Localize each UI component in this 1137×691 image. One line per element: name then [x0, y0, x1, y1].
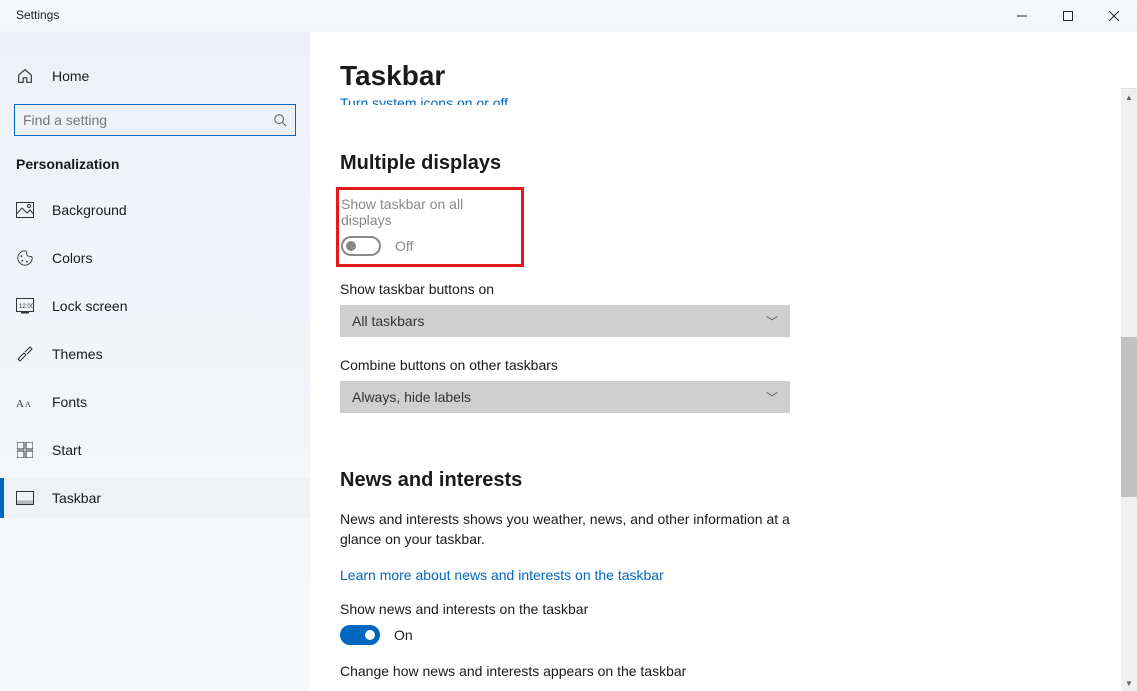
sidebar-item-colors[interactable]: Colors [0, 238, 310, 278]
main-content: Taskbar Turn system icons on or off Mult… [310, 32, 1137, 691]
link-learn-more[interactable]: Learn more about news and interests on t… [340, 567, 664, 583]
sidebar-item-background[interactable]: Background [0, 190, 310, 230]
sidebar-item-label: Fonts [52, 394, 87, 410]
scrollbar-thumb[interactable] [1121, 337, 1137, 497]
lockscreen-icon: 12:00 [16, 297, 34, 315]
scrollbar[interactable]: ▲ ▼ [1121, 88, 1137, 691]
chevron-down-icon: ﹀ [766, 313, 778, 330]
titlebar: Settings [0, 0, 1137, 32]
picture-icon [16, 201, 34, 219]
home-icon [16, 67, 34, 85]
news-description: News and interests shows you weather, ne… [340, 510, 790, 549]
sidebar-item-lockscreen[interactable]: 12:00 Lock screen [0, 286, 310, 326]
sidebar: Home Personalization Background Colors [0, 32, 310, 691]
svg-text:A: A [25, 400, 31, 409]
chevron-down-icon: ﹀ [766, 389, 778, 406]
dropdown-value: Always, hide labels [352, 389, 471, 405]
dropdown-combine-buttons[interactable]: Always, hide labels ﹀ [340, 381, 790, 413]
toggle-show-news[interactable] [340, 625, 380, 645]
search-input[interactable] [23, 112, 273, 128]
heading-news: News and interests [340, 469, 1137, 492]
scroll-down-arrow[interactable]: ▼ [1121, 675, 1137, 691]
sidebar-item-themes[interactable]: Themes [0, 334, 310, 374]
sidebar-item-fonts[interactable]: AA Fonts [0, 382, 310, 422]
page-title: Taskbar [340, 60, 1137, 92]
label-combine-buttons: Combine buttons on other taskbars [340, 357, 1137, 373]
home-label: Home [52, 68, 89, 84]
dropdown-value: All taskbars [352, 313, 424, 329]
sidebar-item-label: Lock screen [52, 298, 127, 314]
start-icon [16, 441, 34, 459]
themes-icon [16, 345, 34, 363]
sidebar-item-label: Themes [52, 346, 103, 362]
sidebar-item-label: Taskbar [52, 490, 101, 506]
label-show-taskbar-all: Show taskbar on all displays [341, 196, 513, 228]
link-system-icons[interactable]: Turn system icons on or off [340, 95, 1137, 105]
fonts-icon: AA [16, 393, 34, 411]
sidebar-item-label: Colors [52, 250, 92, 266]
minimize-button[interactable] [999, 0, 1045, 32]
sidebar-item-taskbar[interactable]: Taskbar [0, 478, 310, 518]
search-box[interactable] [14, 104, 296, 136]
taskbar-icon [16, 489, 34, 507]
scroll-up-arrow[interactable]: ▲ [1121, 89, 1137, 105]
close-button[interactable] [1091, 0, 1137, 32]
toggle-show-taskbar-all[interactable] [341, 236, 381, 256]
home-button[interactable]: Home [0, 56, 310, 96]
sidebar-item-label: Background [52, 202, 127, 218]
heading-multiple-displays: Multiple displays [340, 152, 1137, 175]
highlight-box: Show taskbar on all displays Off [336, 187, 524, 267]
dropdown-show-buttons-on[interactable]: All taskbars ﹀ [340, 305, 790, 337]
label-change-news-appearance: Change how news and interests appears on… [340, 663, 1137, 679]
window-title: Settings [0, 0, 59, 22]
toggle-state: On [394, 627, 413, 643]
section-heading: Personalization [0, 150, 310, 182]
sidebar-item-start[interactable]: Start [0, 430, 310, 470]
maximize-button[interactable] [1045, 0, 1091, 32]
toggle-state: Off [395, 238, 413, 254]
search-icon [273, 113, 287, 127]
svg-text:12:00: 12:00 [19, 304, 34, 310]
svg-text:A: A [16, 398, 24, 410]
window-controls [999, 0, 1137, 32]
label-show-news: Show news and interests on the taskbar [340, 601, 1137, 617]
label-show-buttons-on: Show taskbar buttons on [340, 281, 1137, 297]
palette-icon [16, 249, 34, 267]
sidebar-item-label: Start [52, 442, 82, 458]
